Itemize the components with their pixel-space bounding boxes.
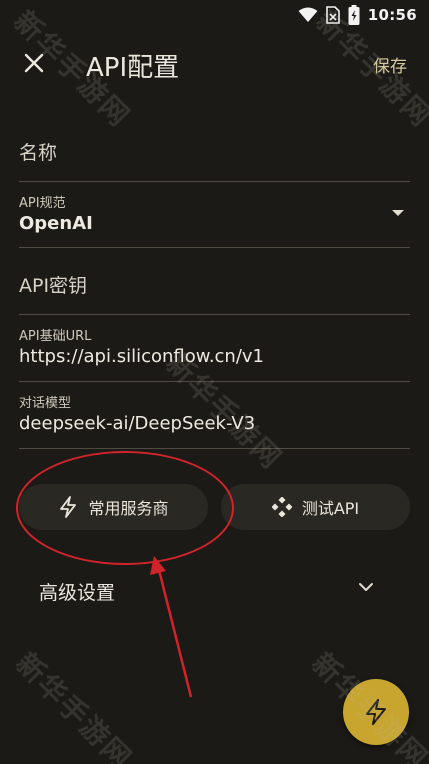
lightning-icon	[60, 496, 77, 518]
wifi-icon	[298, 7, 318, 22]
lightning-fab[interactable]	[343, 679, 409, 745]
api-spec-label: API规范	[19, 196, 66, 211]
chat-model-field[interactable]: 对话模型 deepseek-ai/DeepSeek-V3	[19, 382, 410, 449]
common-providers-button[interactable]: 常用服务商	[19, 484, 208, 530]
close-icon	[24, 53, 44, 73]
common-providers-label: 常用服务商	[88, 499, 169, 518]
advanced-settings-label: 高级设置	[39, 582, 116, 604]
save-button[interactable]: 保存	[373, 52, 407, 77]
name-field[interactable]: 名称	[19, 120, 410, 182]
app-bar: API配置 保存	[0, 38, 429, 88]
name-field-placeholder: 名称	[19, 142, 58, 164]
chevron-down-icon	[359, 583, 373, 591]
lightning-icon	[366, 699, 386, 725]
base-url-label: API基础URL	[19, 329, 92, 344]
api-key-field[interactable]: API密钥	[19, 248, 410, 315]
sim-icon	[325, 6, 340, 24]
api-spec-value: OpenAI	[19, 213, 93, 234]
chat-model-value: deepseek-ai/DeepSeek-V3	[19, 413, 256, 434]
battery-icon	[348, 5, 360, 25]
status-time: 10:56	[367, 6, 417, 24]
page-title: API配置	[86, 53, 180, 83]
dropdown-arrow-icon	[392, 210, 404, 216]
status-bar: 10:56	[0, 0, 429, 30]
advanced-settings-row[interactable]: 高级设置	[19, 565, 410, 615]
test-api-button[interactable]: 测试API	[221, 484, 410, 530]
status-icons: 10:56	[298, 5, 417, 25]
chat-model-label: 对话模型	[19, 396, 72, 411]
base-url-field[interactable]: API基础URL https://api.siliconflow.cn/v1	[19, 315, 410, 382]
base-url-value: https://api.siliconflow.cn/v1	[19, 346, 265, 367]
api-spec-select[interactable]: API规范 OpenAI	[19, 182, 410, 248]
close-button[interactable]	[16, 45, 52, 81]
diamond-dots-icon	[271, 497, 292, 517]
api-key-placeholder: API密钥	[19, 275, 88, 297]
watermark-bottom-left: 新华手游网	[9, 646, 139, 764]
test-api-label: 测试API	[301, 499, 360, 518]
